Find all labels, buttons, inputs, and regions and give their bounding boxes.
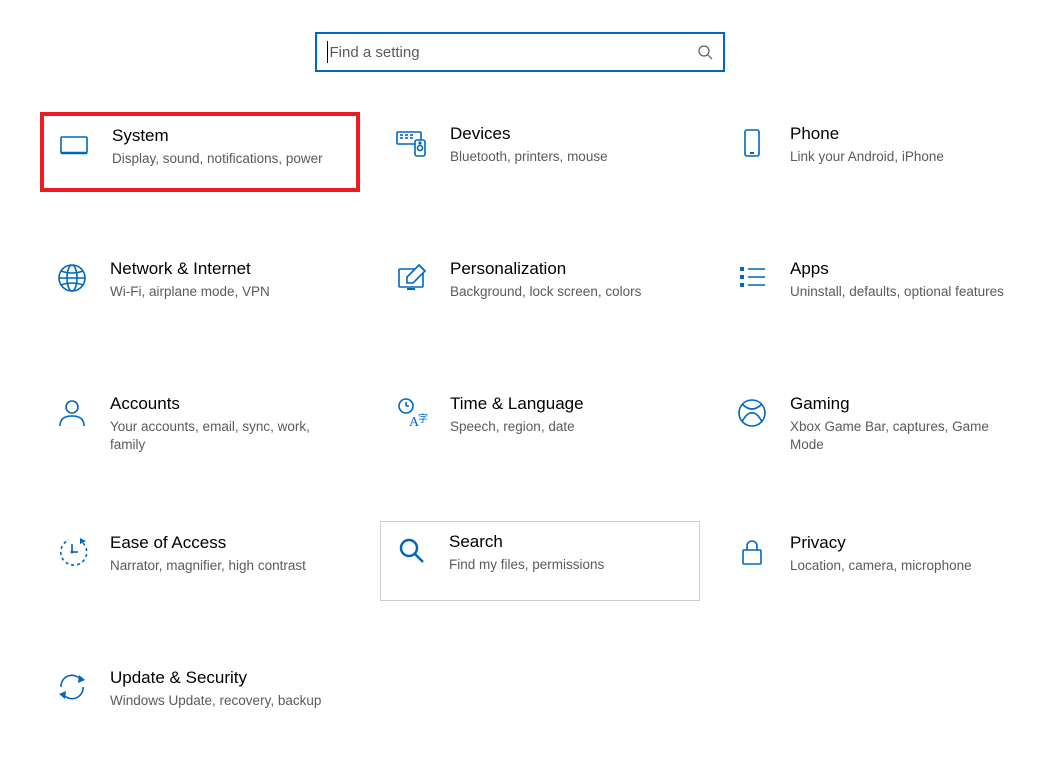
tile-title: Personalization xyxy=(450,259,641,279)
tile-desc: Link your Android, iPhone xyxy=(790,148,944,166)
search-tile-icon xyxy=(387,532,435,568)
search-box[interactable] xyxy=(315,32,725,72)
tile-title: Time & Language xyxy=(450,394,584,414)
tile-update-security[interactable]: Update & Security Windows Update, recove… xyxy=(40,656,360,736)
update-security-icon xyxy=(48,668,96,704)
ease-of-access-icon xyxy=(48,533,96,569)
tile-personalization[interactable]: Personalization Background, lock screen,… xyxy=(380,247,700,327)
time-language-icon: A 字 xyxy=(388,394,436,430)
apps-icon xyxy=(728,259,776,295)
tile-time-language[interactable]: A 字 Time & Language Speech, region, date xyxy=(380,382,700,466)
privacy-icon xyxy=(728,533,776,569)
tile-desc: Your accounts, email, sync, work, family xyxy=(110,418,330,454)
phone-icon xyxy=(728,124,776,160)
tile-accounts[interactable]: Accounts Your accounts, email, sync, wor… xyxy=(40,382,360,466)
tile-title: Ease of Access xyxy=(110,533,306,553)
tile-desc: Wi-Fi, airplane mode, VPN xyxy=(110,283,270,301)
search-container xyxy=(0,0,1039,112)
tile-desc: Display, sound, notifications, power xyxy=(112,150,323,168)
network-icon xyxy=(48,259,96,295)
tile-privacy[interactable]: Privacy Location, camera, microphone xyxy=(720,521,1039,601)
tile-gaming[interactable]: Gaming Xbox Game Bar, captures, Game Mod… xyxy=(720,382,1039,466)
tile-title: Search xyxy=(449,532,604,552)
tile-title: Privacy xyxy=(790,533,972,553)
system-icon xyxy=(50,126,98,162)
tile-desc: Xbox Game Bar, captures, Game Mode xyxy=(790,418,1010,454)
tile-title: Gaming xyxy=(790,394,1010,414)
tile-title: Devices xyxy=(450,124,608,144)
tile-title: Accounts xyxy=(110,394,330,414)
tile-title: Update & Security xyxy=(110,668,321,688)
personalization-icon xyxy=(388,259,436,295)
tile-devices[interactable]: Devices Bluetooth, printers, mouse xyxy=(380,112,700,192)
tile-desc: Narrator, magnifier, high contrast xyxy=(110,557,306,575)
tile-title: Network & Internet xyxy=(110,259,270,279)
tile-network[interactable]: Network & Internet Wi-Fi, airplane mode,… xyxy=(40,247,360,327)
tile-phone[interactable]: Phone Link your Android, iPhone xyxy=(720,112,1039,192)
gaming-icon xyxy=(728,394,776,430)
text-cursor xyxy=(327,41,328,63)
tile-desc: Uninstall, defaults, optional features xyxy=(790,283,1004,301)
tile-system[interactable]: System Display, sound, notifications, po… xyxy=(40,112,360,192)
tile-title: Apps xyxy=(790,259,1004,279)
tile-title: System xyxy=(112,126,323,146)
tile-ease-of-access[interactable]: Ease of Access Narrator, magnifier, high… xyxy=(40,521,360,601)
tile-desc: Speech, region, date xyxy=(450,418,584,436)
tile-desc: Windows Update, recovery, backup xyxy=(110,692,321,710)
tile-apps[interactable]: Apps Uninstall, defaults, optional featu… xyxy=(720,247,1039,327)
tile-desc: Background, lock screen, colors xyxy=(450,283,641,301)
tile-desc: Bluetooth, printers, mouse xyxy=(450,148,608,166)
accounts-icon xyxy=(48,394,96,430)
tile-desc: Location, camera, microphone xyxy=(790,557,972,575)
search-icon xyxy=(697,44,713,60)
devices-icon xyxy=(388,124,436,160)
tile-search[interactable]: Search Find my files, permissions xyxy=(380,521,700,601)
search-input[interactable] xyxy=(330,44,697,61)
tile-title: Phone xyxy=(790,124,944,144)
settings-grid: System Display, sound, notifications, po… xyxy=(0,112,1039,736)
svg-text:字: 字 xyxy=(418,412,428,425)
tile-desc: Find my files, permissions xyxy=(449,556,604,574)
